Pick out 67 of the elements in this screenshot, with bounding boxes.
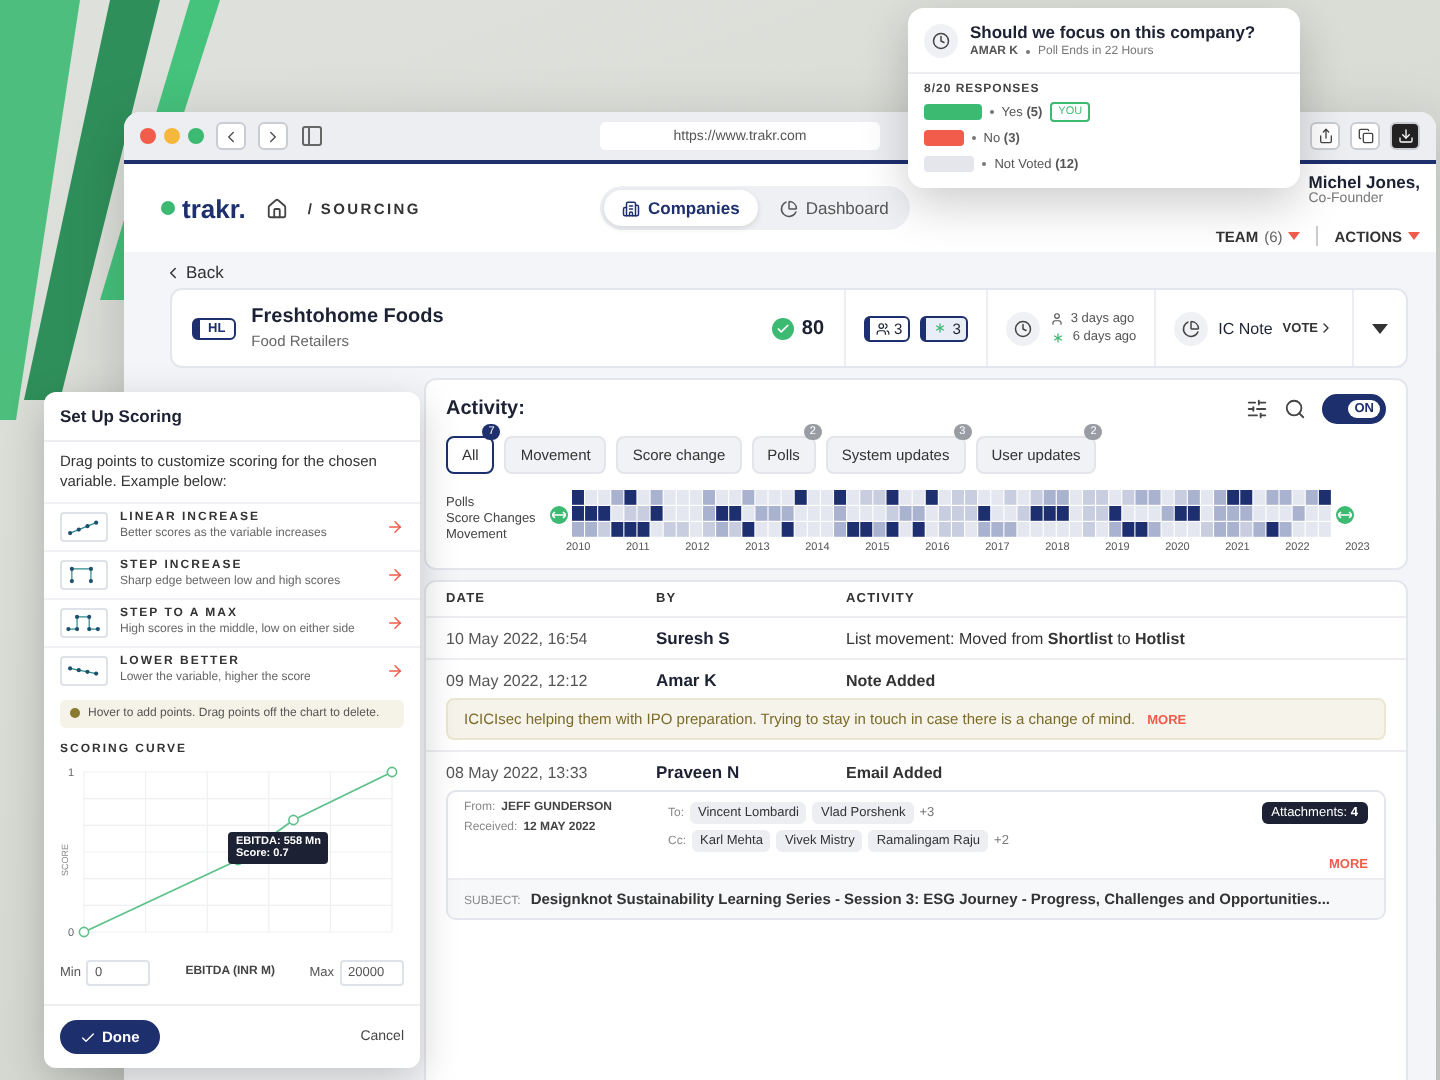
tabs-button[interactable] (1350, 122, 1380, 150)
arrow-right-icon (386, 613, 404, 631)
pie-chart-icon (779, 199, 798, 217)
forward-button[interactable] (258, 122, 288, 150)
chevron-left-icon (164, 263, 182, 281)
date-cell-text: 08 May 2022, 13:33 (446, 763, 590, 781)
ic-note-label: IC Note (1218, 319, 1273, 337)
copy-icon (1357, 128, 1373, 144)
clock-icon (1006, 311, 1041, 345)
note-icon (1174, 311, 1209, 345)
user-cell-text: Praveen N (656, 762, 742, 782)
share-button[interactable] (1310, 122, 1340, 150)
home-icon[interactable] (265, 197, 288, 219)
curve-point[interactable] (386, 765, 398, 777)
share-icon (1317, 128, 1333, 144)
check-icon (80, 1029, 96, 1045)
user-cell-text: Amar K (656, 670, 719, 690)
nav-tab[interactable]: Companies (604, 190, 758, 226)
range-handle[interactable] (1336, 505, 1354, 523)
poll-question: Should we focus on this company? (970, 22, 1256, 42)
activity-title: Activity: (446, 398, 525, 420)
window-zoom-button[interactable] (188, 128, 204, 144)
logo-text: trakr. (182, 193, 246, 223)
arrow-right-icon (386, 517, 404, 535)
panel-title: Set Up Scoring (44, 392, 420, 442)
score-value: 80 (801, 317, 825, 339)
building-icon (622, 199, 640, 217)
chevron-right-icon (1318, 320, 1334, 336)
check-icon (771, 317, 794, 339)
asterisk-icon (932, 320, 949, 336)
sidebar-icon[interactable] (300, 124, 324, 148)
nav-tab[interactable]: Dashboard (761, 190, 907, 226)
dropdown-caret-icon[interactable] (1372, 323, 1388, 333)
hint-dot-icon (70, 708, 80, 718)
activity-cell-text: List movement: Moved from Shortlist to Hotlist (846, 629, 1187, 647)
curve-preview-icon (60, 559, 108, 589)
asterisk-icon (1050, 329, 1067, 345)
curve-preview-icon (60, 655, 108, 685)
caret-icon (1408, 232, 1420, 240)
curve-preview-icon (60, 607, 108, 637)
arrow-right-icon (386, 661, 404, 679)
download-button[interactable] (1390, 122, 1420, 150)
company-name: Freshtohome Foods (251, 306, 444, 328)
person-icon (1050, 311, 1065, 325)
back-link[interactable]: Back (164, 262, 224, 282)
activity-cell-text: Email Added (846, 763, 945, 781)
logo-dot-icon (160, 200, 176, 216)
date-cell-text: 09 May 2022, 12:12 (446, 671, 590, 689)
back-button[interactable] (216, 122, 246, 150)
filter-icon[interactable] (1246, 398, 1268, 420)
curve-point[interactable] (288, 813, 299, 825)
curve-point[interactable] (78, 925, 90, 937)
search-icon[interactable] (1284, 398, 1306, 420)
curve-preview-icon (60, 511, 108, 541)
range-handle[interactable] (550, 505, 568, 523)
caret-icon (1288, 232, 1301, 240)
window-close-button[interactable] (140, 128, 156, 144)
user-cell-text: Suresh S (656, 628, 732, 648)
chevron-right-icon (264, 127, 282, 145)
user-name: Michel Jones, (1308, 172, 1420, 192)
chevron-left-icon (222, 127, 240, 145)
people-icon (876, 321, 891, 335)
clock-icon (924, 23, 958, 57)
arrow-right-icon (386, 565, 404, 583)
activity-cell-text: Note Added (846, 671, 938, 689)
date-cell-text: 10 May 2022, 16:54 (446, 629, 590, 647)
download-icon (1397, 128, 1413, 144)
